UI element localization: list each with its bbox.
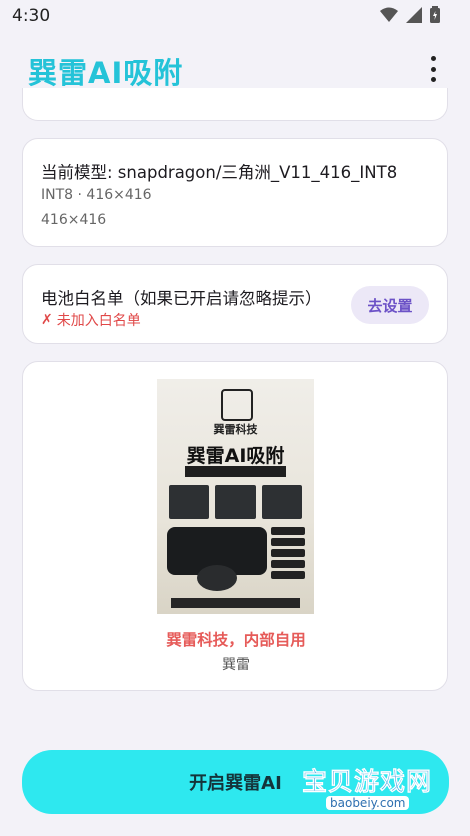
model-precision: INT8 · 416×416 — [41, 187, 152, 203]
battery-title: 电池白名单（如果已开启请忽略提示） — [41, 289, 322, 308]
poster-thumbnails — [169, 485, 302, 519]
wifi-icon — [380, 7, 398, 22]
collapsed-card — [22, 88, 448, 121]
poster-logo — [221, 389, 253, 421]
watermark-text: 宝贝游戏网 — [302, 767, 433, 797]
battery-icon — [430, 6, 440, 23]
poster-footer — [171, 598, 300, 608]
banner-card: 巽雷科技 巽雷AI吸附 巽雷科技，内部自用 巽雷 — [22, 361, 448, 691]
promo-poster-image: 巽雷科技 巽雷AI吸附 — [157, 379, 314, 614]
battery-status-text: 未加入白名单 — [56, 313, 141, 329]
status-bar: 4:30 — [0, 0, 470, 32]
battery-whitelist-card: 电池白名单（如果已开启请忽略提示） ✗ 未加入白名单 去设置 — [22, 264, 448, 344]
banner-title: 巽雷科技，内部自用 — [166, 631, 306, 649]
cross-icon: ✗ — [41, 312, 53, 328]
status-icons — [380, 6, 440, 23]
site-watermark: 宝贝游戏网 baobeiy.com — [296, 758, 446, 818]
status-time: 4:30 — [12, 6, 51, 26]
poster-tag — [185, 466, 286, 477]
model-card: 当前模型: snapdragon/三角洲_V11_416_INT8 INT8 ·… — [22, 138, 448, 247]
app-title: 巽雷AI吸附 — [28, 56, 184, 90]
banner-subtitle: 巽雷 — [222, 657, 250, 673]
battery-status: ✗ 未加入白名单 — [41, 310, 141, 330]
poster-controller — [197, 565, 237, 591]
poster-feature-list — [271, 527, 305, 587]
poster-brand: 巽雷科技 — [213, 423, 258, 436]
model-title: 当前模型: snapdragon/三角洲_V11_416_INT8 — [41, 163, 398, 182]
watermark-url: baobeiy.com — [326, 796, 410, 810]
go-settings-button[interactable]: 去设置 — [351, 286, 429, 324]
more-vert-icon[interactable] — [426, 56, 440, 82]
model-resolution: 416×416 — [41, 212, 107, 228]
signal-icon — [406, 6, 422, 23]
poster-headline: 巽雷AI吸附 — [186, 445, 285, 467]
